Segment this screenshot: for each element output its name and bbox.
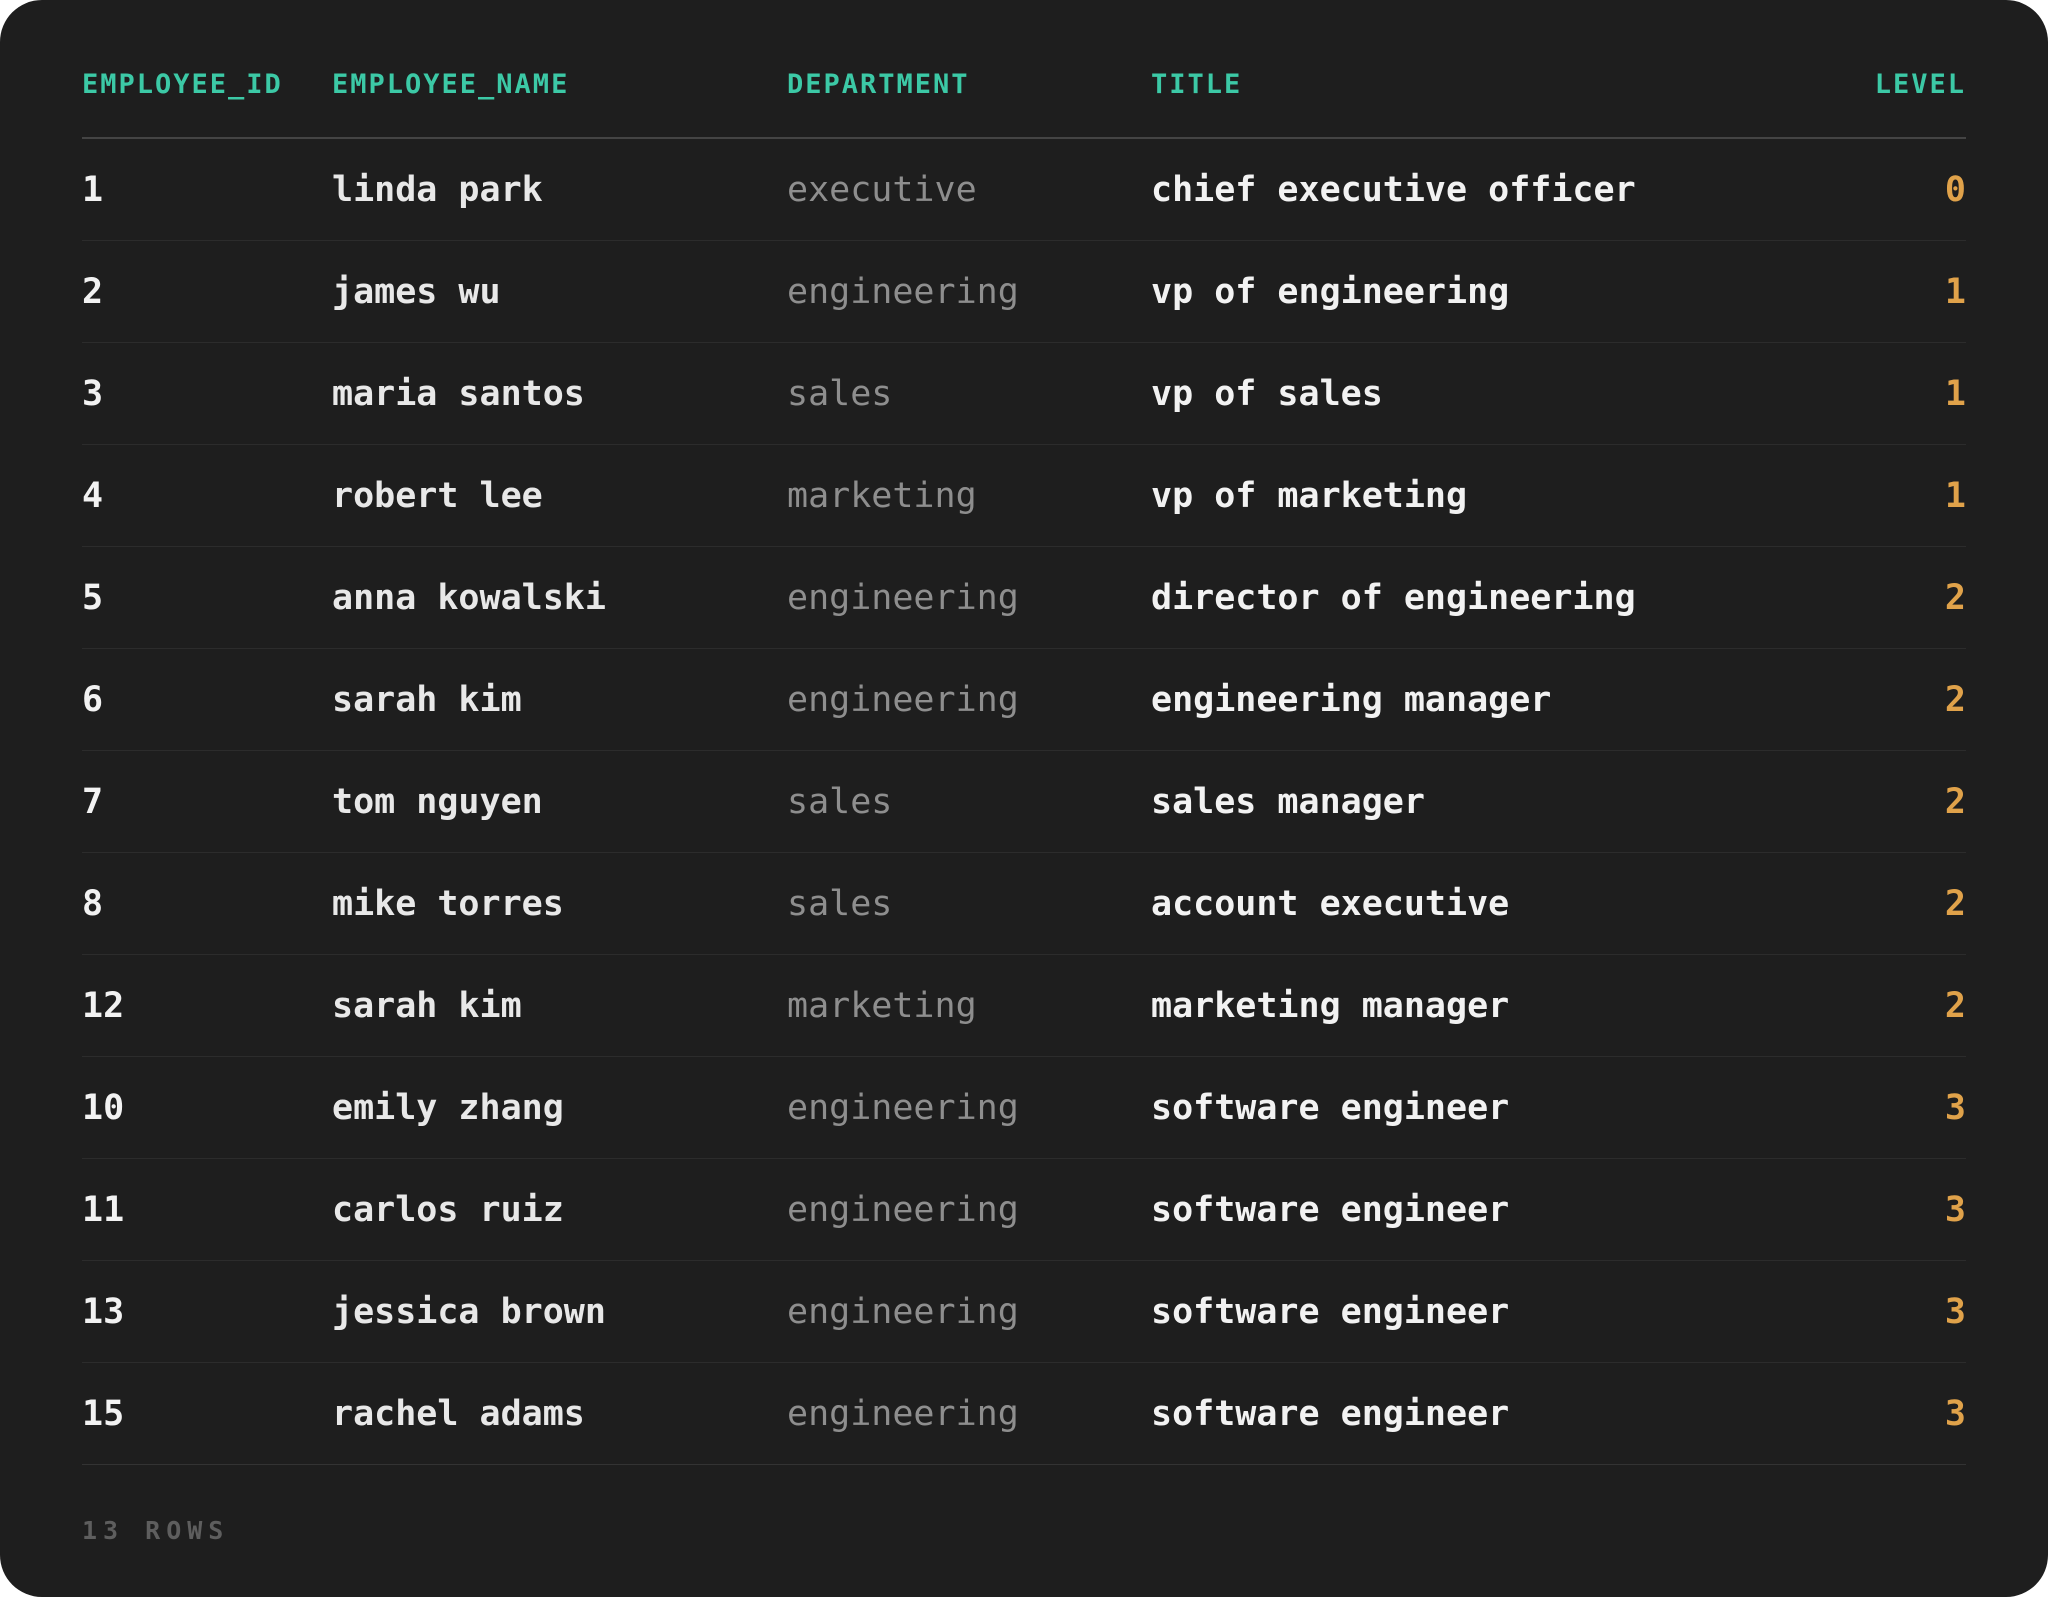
cell-employee-name: linda park (332, 138, 787, 241)
cell-employee-id: 13 (82, 1260, 332, 1363)
cell-department: sales (787, 342, 1151, 445)
cell-employee-name: rachel adams (332, 1362, 787, 1465)
cell-level: 2 (1756, 852, 1966, 955)
table-row[interactable]: 7 tom nguyen sales sales manager 2 (82, 750, 1966, 853)
cell-department: sales (787, 750, 1151, 853)
table-row[interactable]: 13 jessica brown engineering software engin… (82, 1260, 1966, 1363)
cell-department: engineering (787, 546, 1151, 649)
cell-employee-id: 3 (82, 342, 332, 445)
cell-department: engineering (787, 1260, 1151, 1363)
cell-level: 2 (1756, 648, 1966, 751)
cell-employee-id: 1 (82, 138, 332, 241)
cell-level: 1 (1756, 444, 1966, 547)
cell-department: engineering (787, 648, 1151, 751)
cell-title: vp of engineering (1151, 240, 1756, 343)
table-row[interactable]: 10 emily zhang engineering software enginee… (82, 1056, 1966, 1159)
cell-level: 2 (1756, 954, 1966, 1057)
cell-level: 3 (1756, 1056, 1966, 1159)
cell-level: 1 (1756, 342, 1966, 445)
cell-employee-name: anna kowalski (332, 546, 787, 649)
cell-title: marketing manager (1151, 954, 1756, 1057)
cell-department: marketing (787, 444, 1151, 547)
cell-title: account executive (1151, 852, 1756, 955)
cell-employee-id: 15 (82, 1362, 332, 1465)
cell-title: vp of marketing (1151, 444, 1756, 547)
table-row[interactable]: 8 mike torres sales account executive 2 (82, 852, 1966, 955)
cell-employee-id: 10 (82, 1056, 332, 1159)
cell-title: software engineer (1151, 1158, 1756, 1261)
cell-level: 1 (1756, 240, 1966, 343)
cell-level: 3 (1756, 1260, 1966, 1363)
query-results-panel: EMPLOYEE_ID EMPLOYEE_NAME DEPARTMENT TIT… (0, 0, 2048, 1597)
cell-level: 2 (1756, 750, 1966, 853)
row-count-label: 13 ROWS (82, 1516, 230, 1545)
cell-level: 3 (1756, 1362, 1966, 1465)
cell-department: engineering (787, 1362, 1151, 1465)
table-row[interactable]: 5 anna kowalski engineering director of eng… (82, 546, 1966, 649)
cell-employee-name: sarah kim (332, 648, 787, 751)
cell-employee-id: 11 (82, 1158, 332, 1261)
table-row[interactable]: 12 sarah kim marketing marketing manager 2 (82, 954, 1966, 1057)
cell-title: software engineer (1151, 1056, 1756, 1159)
cell-title: sales manager (1151, 750, 1756, 853)
results-table: EMPLOYEE_ID EMPLOYEE_NAME DEPARTMENT TIT… (82, 32, 1966, 1465)
table-row[interactable]: 4 robert lee marketing vp of marketing 1 (82, 444, 1966, 547)
cell-employee-id: 6 (82, 648, 332, 751)
cell-employee-id: 12 (82, 954, 332, 1057)
column-header-department[interactable]: DEPARTMENT (787, 32, 1151, 139)
cell-department: marketing (787, 954, 1151, 1057)
cell-employee-name: carlos ruiz (332, 1158, 787, 1261)
header-row: EMPLOYEE_ID EMPLOYEE_NAME DEPARTMENT TIT… (82, 32, 1966, 139)
cell-level: 3 (1756, 1158, 1966, 1261)
cell-department: executive (787, 138, 1151, 241)
cell-title: engineering manager (1151, 648, 1756, 751)
table-row[interactable]: 1 linda park executive chief executive offi… (82, 138, 1966, 241)
cell-employee-name: maria santos (332, 342, 787, 445)
table-row[interactable]: 3 maria santos sales vp of sales 1 (82, 342, 1966, 445)
cell-employee-id: 8 (82, 852, 332, 955)
cell-department: sales (787, 852, 1151, 955)
cell-title: software engineer (1151, 1362, 1756, 1465)
cell-employee-name: sarah kim (332, 954, 787, 1057)
table-body: 1 linda park executive chief executive offi… (82, 138, 1966, 1465)
cell-title: vp of sales (1151, 342, 1756, 445)
cell-employee-name: james wu (332, 240, 787, 343)
cell-department: engineering (787, 1158, 1151, 1261)
cell-employee-id: 4 (82, 444, 332, 547)
cell-employee-name: robert lee (332, 444, 787, 547)
cell-title: chief executive officer (1151, 138, 1756, 241)
cell-level: 0 (1756, 138, 1966, 241)
table-row[interactable]: 11 carlos ruiz engineering software enginee… (82, 1158, 1966, 1261)
column-header-employee-id[interactable]: EMPLOYEE_ID (82, 32, 332, 139)
column-header-level[interactable]: LEVEL (1756, 32, 1966, 139)
cell-employee-name: emily zhang (332, 1056, 787, 1159)
cell-department: engineering (787, 1056, 1151, 1159)
column-header-title[interactable]: TITLE (1151, 32, 1756, 139)
cell-employee-name: jessica brown (332, 1260, 787, 1363)
cell-department: engineering (787, 240, 1151, 343)
cell-title: director of engineering (1151, 546, 1756, 649)
cell-employee-name: tom nguyen (332, 750, 787, 853)
column-header-employee-name[interactable]: EMPLOYEE_NAME (332, 32, 787, 139)
cell-level: 2 (1756, 546, 1966, 649)
table-row[interactable]: 15 rachel adams engineering software engine… (82, 1362, 1966, 1465)
cell-employee-id: 5 (82, 546, 332, 649)
cell-employee-id: 2 (82, 240, 332, 343)
cell-employee-id: 7 (82, 750, 332, 853)
cell-employee-name: mike torres (332, 852, 787, 955)
table-row[interactable]: 2 james wu engineering vp of engineering 1 (82, 240, 1966, 343)
table-row[interactable]: 6 sarah kim engineering engineering manager… (82, 648, 1966, 751)
cell-title: software engineer (1151, 1260, 1756, 1363)
